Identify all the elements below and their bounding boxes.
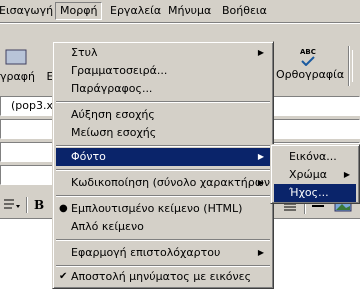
toolbar-left-label[interactable]: γραφή: [0, 70, 35, 83]
menu-separator: [56, 101, 270, 103]
check-icon: ✔: [59, 271, 68, 282]
menu-separator: [56, 145, 270, 147]
spelling-icon: ABC: [276, 46, 340, 68]
list-style-icon[interactable]: [2, 196, 22, 214]
menu-item-style-label: Στυλ: [71, 46, 98, 59]
menu-item-background-label: Φόντο: [71, 150, 106, 163]
menu-separator: [56, 169, 270, 171]
menu-help[interactable]: Βοήθεια: [217, 2, 272, 20]
submenu-item-sound[interactable]: Ήχος...: [274, 184, 356, 202]
background-submenu: Εικόνα... Χρώμα ▶ Ήχος...: [270, 144, 360, 204]
menu-item-send-pictures[interactable]: ✔ Αποστολή μηνύματος με εικόνες: [56, 268, 270, 286]
submenu-item-picture[interactable]: Εικόνα...: [274, 148, 356, 166]
spelling-label: Ορθογραφία: [276, 68, 345, 81]
menu-item-encoding[interactable]: Κωδικοποίηση (σύνολο χαρακτήρων) ▶: [56, 174, 274, 192]
toolbar-separator: [348, 46, 350, 86]
bold-icon[interactable]: B: [34, 196, 48, 214]
menu-item-background[interactable]: Φόντο ▶: [56, 148, 270, 166]
menu-item-rich-text-label: Εμπλουτισμένο κείμενο (HTML): [71, 202, 243, 215]
menu-item-font[interactable]: Γραμματοσειρά...: [56, 62, 270, 80]
toolbar-handle[interactable]: [352, 50, 360, 82]
spelling-button[interactable]: ABC Ορθογραφία: [276, 46, 345, 86]
menu-item-rich-text[interactable]: ● Εμπλουτισμένο κείμενο (HTML): [56, 200, 270, 218]
menu-message[interactable]: Μήνυμα: [163, 2, 216, 20]
submenu-arrow-icon: ▶: [257, 248, 264, 257]
submenu-item-color[interactable]: Χρώμα ▶: [274, 166, 356, 184]
menu-format[interactable]: Μορφή: [55, 2, 103, 20]
menu-item-send-pictures-label: Αποστολή μηνύματος με εικόνες: [71, 270, 252, 283]
menu-bar: Εισαγωγή Μορφή Εργαλεία Μήνυμα Βοήθεια: [0, 0, 360, 22]
menu-separator: [56, 265, 270, 267]
submenu-arrow-icon: ▶: [257, 48, 264, 57]
menu-item-paragraph[interactable]: Παράγραφος...: [56, 80, 270, 98]
menu-tools[interactable]: Εργαλεία: [105, 2, 166, 20]
menu-separator: [56, 195, 270, 197]
toolbar-partial-icon[interactable]: [0, 48, 30, 66]
bullet-icon: ●: [59, 203, 68, 214]
menu-item-stationery-label: Εφαρμογή επιστολόχαρτου: [71, 246, 221, 259]
menu-item-encoding-label: Κωδικοποίηση (σύνολο χαρακτήρων): [71, 176, 275, 189]
from-field-text: (pop3.x-: [11, 99, 57, 112]
submenu-arrow-icon: ▶: [257, 152, 264, 161]
menu-item-style[interactable]: Στυλ ▶: [56, 44, 270, 62]
format-separator: [26, 197, 28, 213]
menu-item-decrease-indent[interactable]: Μείωση εσοχής: [56, 124, 270, 142]
submenu-arrow-icon: ▶: [343, 170, 350, 179]
spelling-icon-text: ABC: [300, 48, 316, 56]
menu-insert[interactable]: Εισαγωγή: [0, 2, 58, 20]
menu-item-increase-indent[interactable]: Αύξηση εσοχής: [56, 106, 270, 124]
format-menu: Στυλ ▶ Γραμματοσειρά... Παράγραφος... Αύ…: [52, 41, 274, 289]
menubar-divider: [0, 22, 360, 24]
menu-item-stationery[interactable]: Εφαρμογή επιστολόχαρτου ▶: [56, 244, 270, 262]
submenu-arrow-icon: ▶: [257, 178, 264, 187]
menu-item-plain-text[interactable]: Απλό κείμενο: [56, 218, 270, 236]
menu-separator: [56, 239, 270, 241]
submenu-item-color-label: Χρώμα: [289, 168, 327, 181]
